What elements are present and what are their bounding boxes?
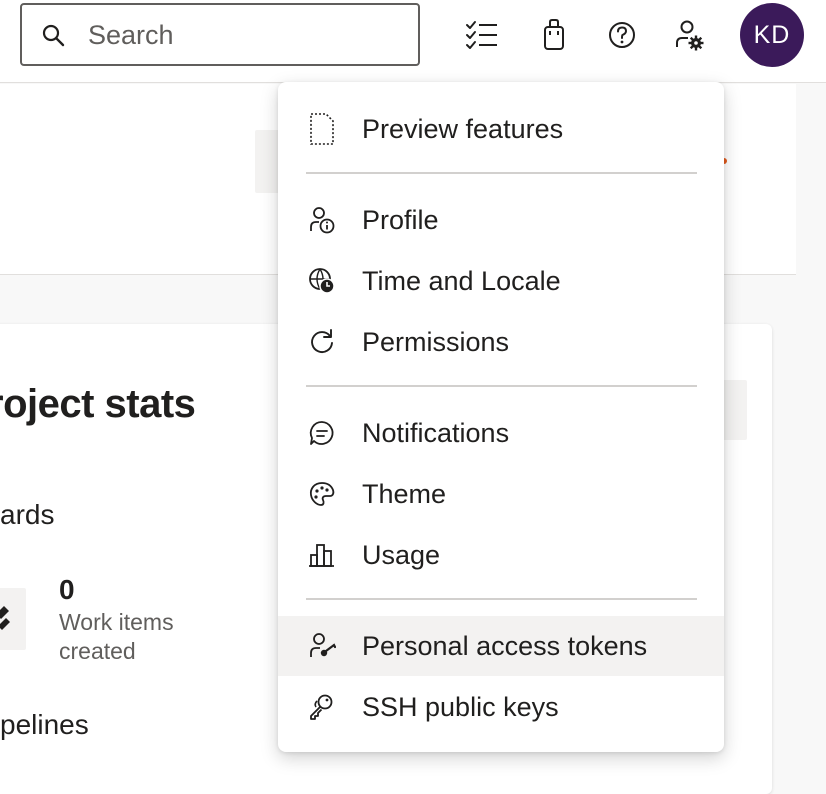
menu-item-profile[interactable]: Profile	[278, 190, 724, 250]
card-action-button-partial[interactable]	[720, 380, 747, 440]
work-items-created-label: Work items created	[59, 609, 174, 664]
project-stats-title: roject stats	[0, 382, 196, 426]
preview-features-icon	[308, 113, 336, 145]
menu-item-label: Time and Locale	[362, 265, 561, 296]
project-stats-title-container: roject stats	[0, 380, 260, 440]
theme-palette-icon	[308, 480, 336, 508]
menu-item-label: Preview features	[362, 113, 564, 144]
menu-divider	[306, 598, 697, 600]
menu-item-ssh-public-keys[interactable]: SSH public keys	[278, 677, 724, 737]
top-navigation-bar: KD	[0, 0, 826, 83]
menu-item-label: Profile	[362, 204, 439, 235]
boards-section-container: ards	[0, 497, 120, 537]
menu-item-permissions[interactable]: Permissions	[278, 312, 724, 372]
menu-item-label: SSH public keys	[362, 691, 559, 722]
menu-item-label: Theme	[362, 478, 447, 509]
menu-divider	[306, 172, 697, 174]
work-items-created-value: 0	[59, 574, 75, 605]
menu-item-preview-features[interactable]: Preview features	[278, 99, 724, 159]
work-items-icon[interactable]	[464, 17, 500, 53]
user-settings-menu: Preview features Profile Time and Locale	[278, 82, 724, 752]
search-icon	[42, 24, 65, 47]
ssh-keys-icon	[308, 693, 336, 721]
menu-item-label: Personal access tokens	[362, 630, 648, 661]
search-input[interactable]	[86, 15, 406, 55]
marketplace-bag-icon[interactable]	[536, 17, 572, 53]
usage-chart-icon	[308, 541, 336, 569]
menu-item-label: Notifications	[362, 417, 510, 448]
permissions-icon	[308, 328, 336, 356]
menu-item-usage[interactable]: Usage	[278, 525, 724, 585]
pipelines-section-container: pelines	[0, 707, 120, 747]
profile-icon	[308, 206, 336, 234]
work-items-metric-icon-tile	[0, 588, 26, 650]
user-settings-icon[interactable]	[672, 17, 708, 53]
menu-item-label: Usage	[362, 539, 441, 570]
notifications-icon	[308, 419, 336, 447]
boards-section-label: ards	[0, 499, 55, 530]
user-avatar[interactable]: KD	[740, 3, 804, 67]
pipelines-section-label: pelines	[0, 709, 89, 740]
time-locale-icon	[308, 267, 336, 295]
personal-access-tokens-icon	[308, 632, 336, 660]
menu-item-notifications[interactable]: Notifications	[278, 403, 724, 463]
search-box[interactable]	[20, 3, 420, 66]
menu-item-label: Permissions	[362, 326, 510, 357]
menu-item-time-and-locale[interactable]: Time and Locale	[278, 251, 724, 311]
work-items-metric-icon	[0, 606, 10, 630]
help-icon[interactable]	[604, 17, 640, 53]
menu-divider	[306, 385, 697, 387]
menu-item-theme[interactable]: Theme	[278, 464, 724, 524]
menu-item-personal-access-tokens[interactable]: Personal access tokens	[278, 616, 724, 676]
